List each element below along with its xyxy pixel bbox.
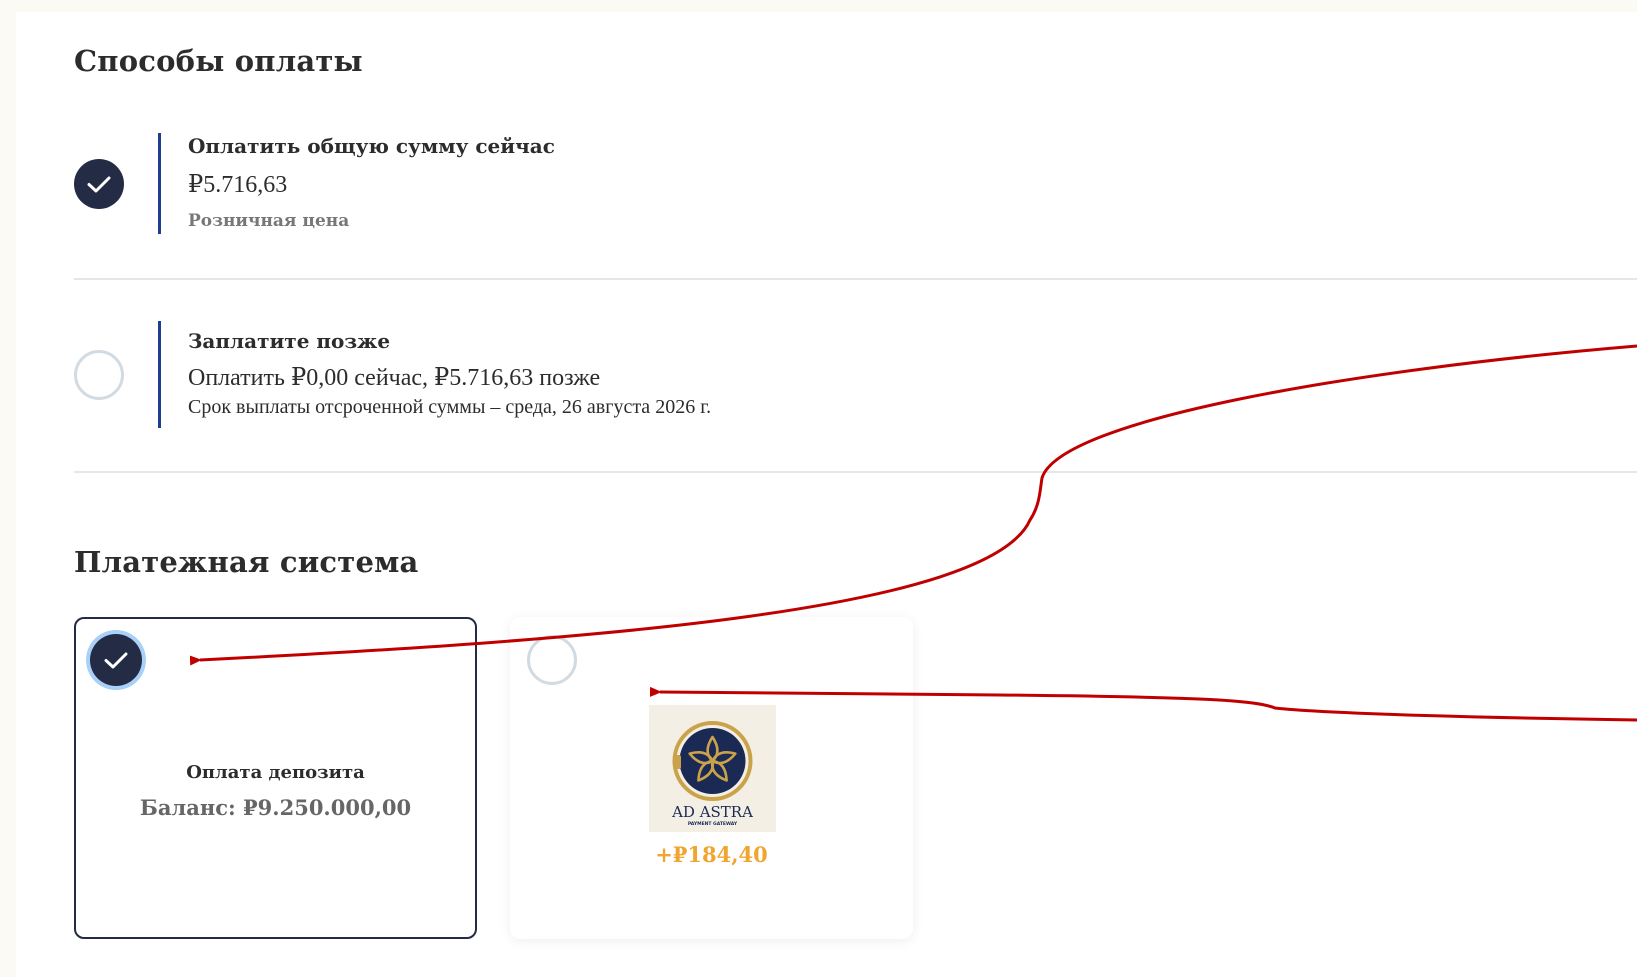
check-icon <box>87 176 111 193</box>
pay-now-radio[interactable] <box>74 159 124 209</box>
divider <box>74 471 1637 473</box>
pay-later-due-note: Срок выплаты отсроченной суммы – среда, … <box>188 396 712 418</box>
pay-now-amount: ₽5.716,63 <box>188 172 288 198</box>
pay-later-amount: Оплатить ₽0,00 сейчас, ₽5.716,63 позже <box>188 365 601 391</box>
ad-astra-logo-subtext: PAYMENT GATEWAY <box>688 821 738 827</box>
payment-methods-title: Способы оплаты <box>74 44 363 78</box>
deposit-gateway-radio[interactable] <box>90 634 142 686</box>
ad-astra-star-logo: AD ASTRA PAYMENT GATEWAY <box>649 705 776 832</box>
payment-system-title: Платежная система <box>74 545 419 579</box>
pay-now-accent-bar <box>158 133 161 234</box>
deposit-balance: Баланс: ₽9.250.000,00 <box>139 795 412 820</box>
deposit-gateway-card[interactable]: Оплата депозита Баланс: ₽9.250.000,00 <box>74 617 477 939</box>
ad-astra-fee: +₽184,40 <box>655 842 768 867</box>
ad-astra-gateway-radio[interactable] <box>527 635 577 685</box>
pay-later-accent-bar <box>158 321 161 428</box>
pay-later-title[interactable]: Заплатите позже <box>188 329 390 353</box>
ad-astra-gateway-card[interactable]: AD ASTRA PAYMENT GATEWAY +₽184,40 <box>510 617 913 939</box>
check-icon <box>104 652 128 669</box>
pay-now-note: Розничная цена <box>188 211 350 231</box>
divider <box>74 278 1637 280</box>
deposit-gateway-name: Оплата депозита <box>186 762 365 783</box>
pay-now-title[interactable]: Оплатить общую сумму сейчас <box>188 134 555 158</box>
pay-later-radio[interactable] <box>74 350 124 400</box>
ad-astra-logo-text: AD ASTRA <box>671 803 753 821</box>
